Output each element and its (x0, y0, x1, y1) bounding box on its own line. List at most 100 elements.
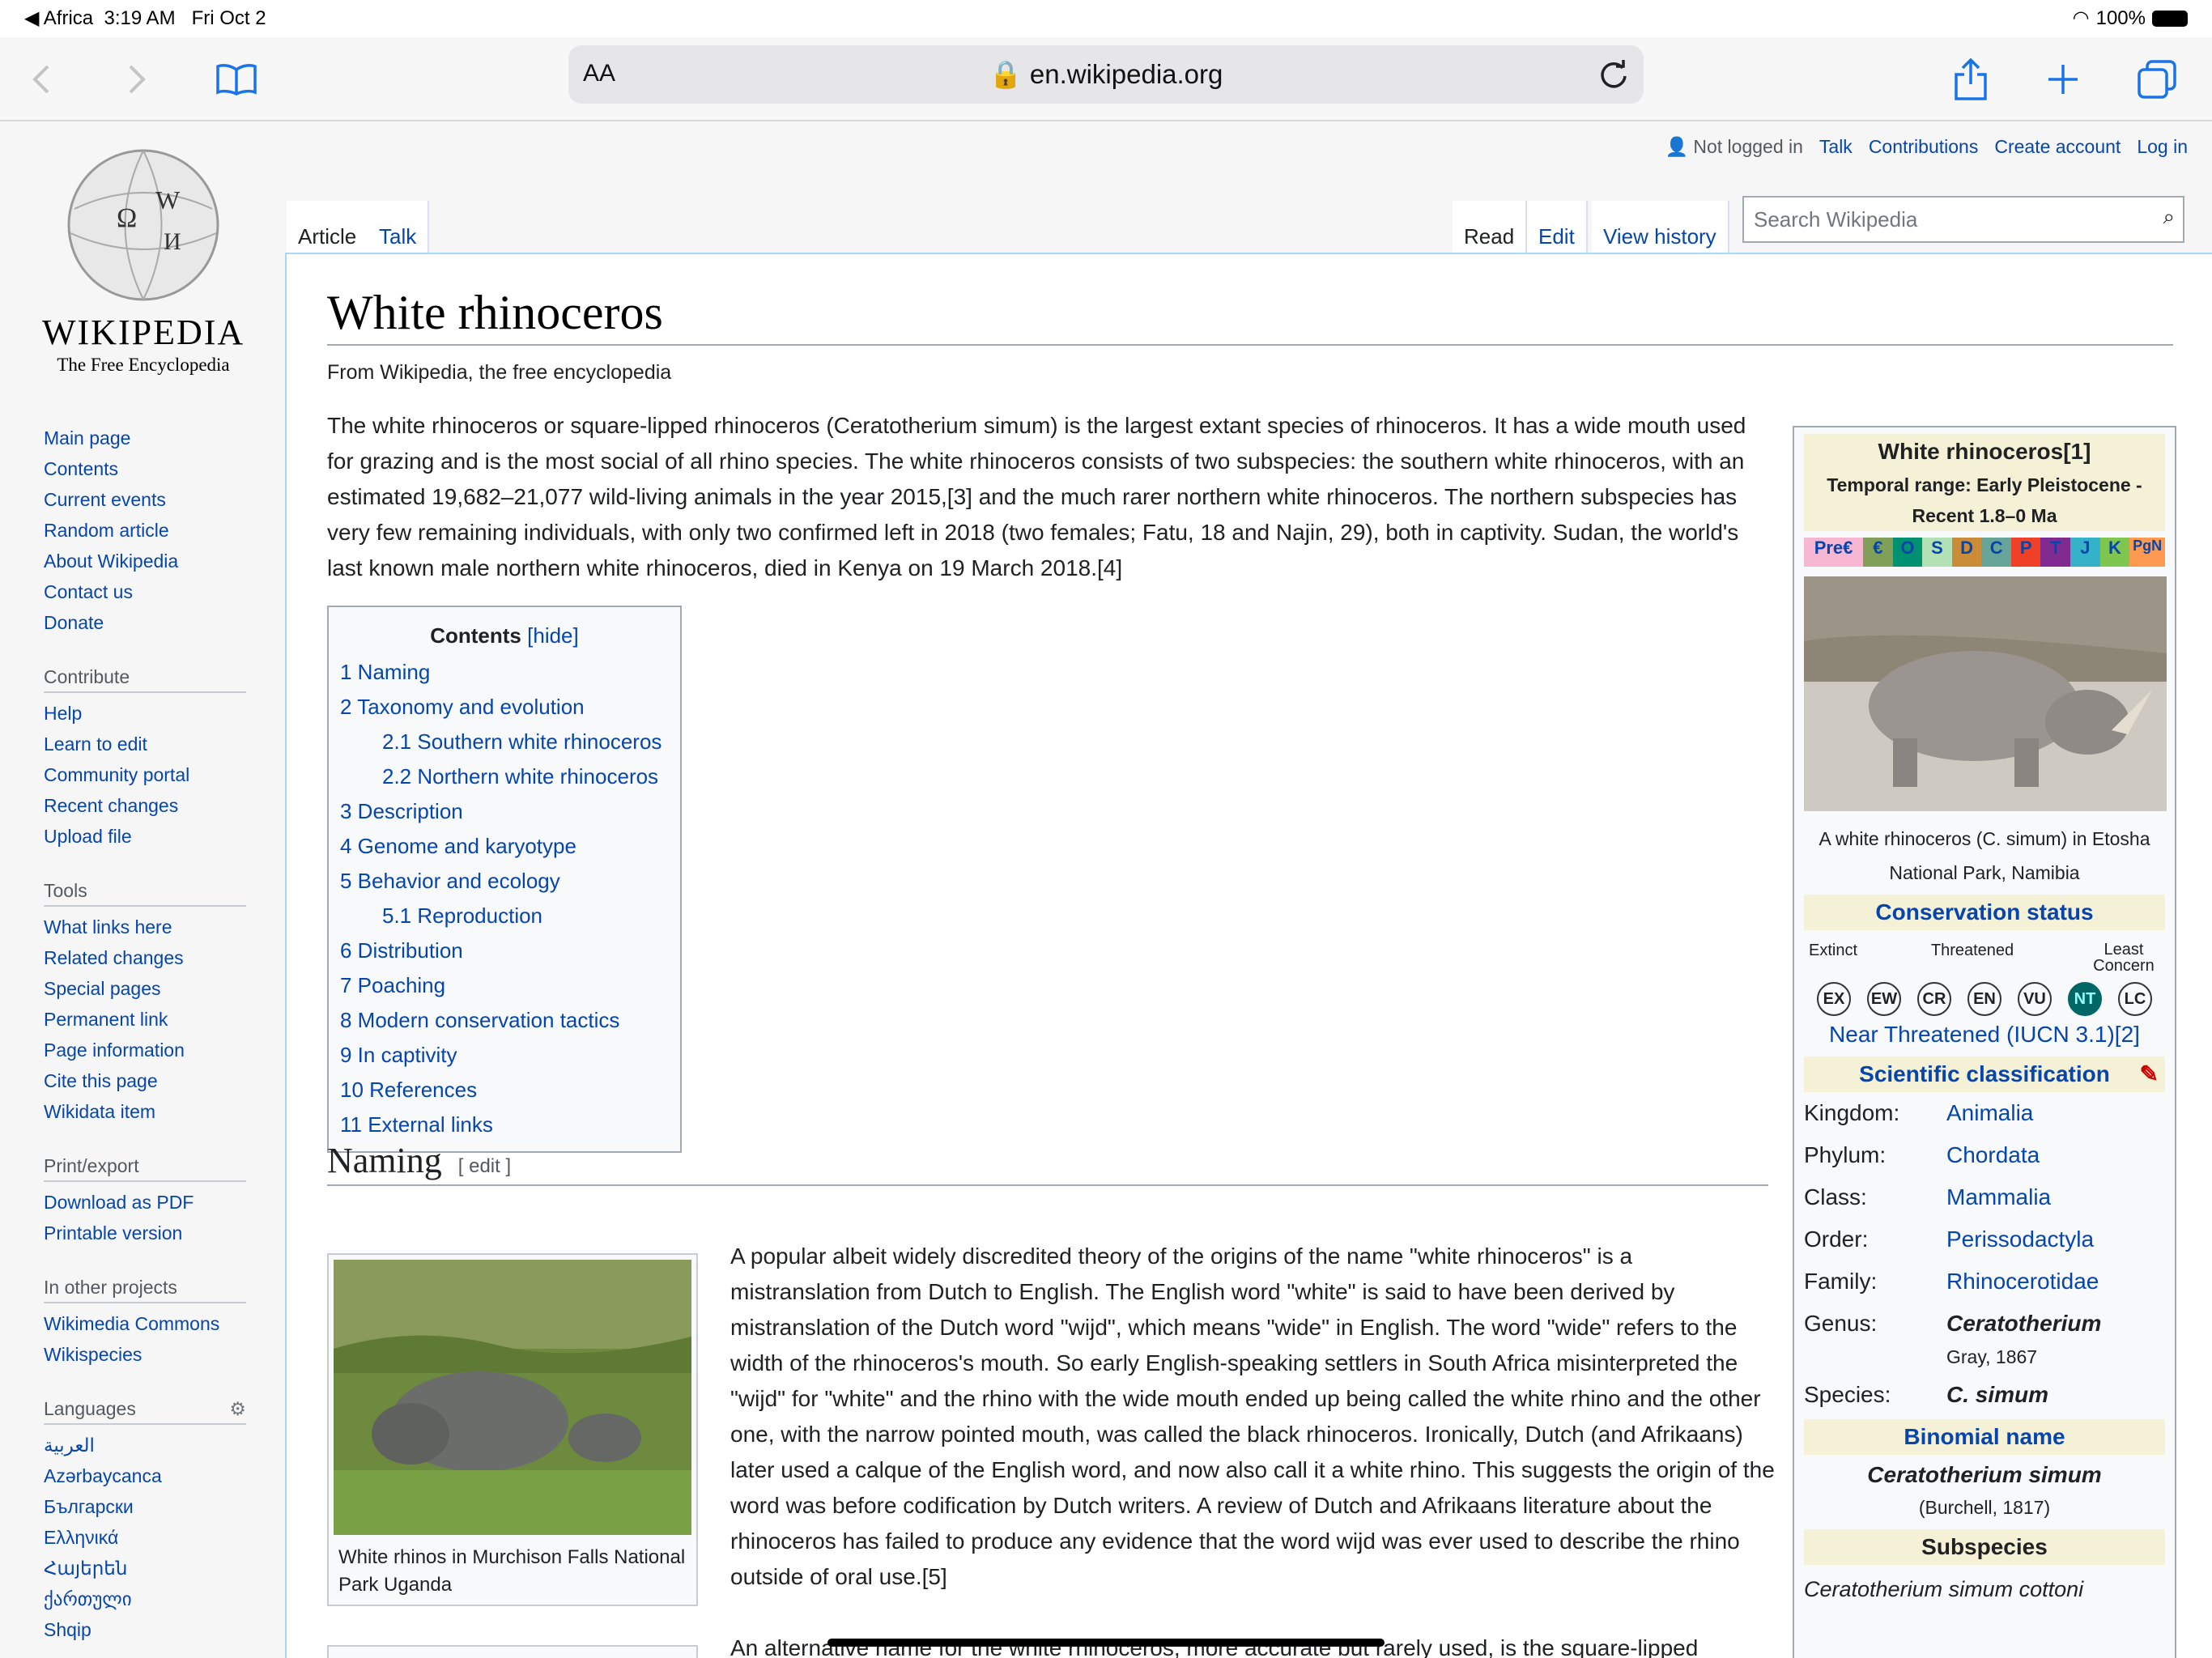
tab-article[interactable]: Article (287, 201, 370, 259)
toc-item[interactable]: 7 Poaching (340, 968, 669, 1003)
tab-view-history[interactable]: View history (1592, 201, 1729, 259)
period[interactable]: Pre€ (1804, 538, 1864, 567)
toc-item[interactable]: 3 Description (340, 794, 669, 829)
sidebar-link[interactable]: Random article (44, 515, 246, 546)
toc-item[interactable]: 8 Modern conservation tactics (340, 1003, 669, 1038)
sidebar-link[interactable]: Upload file (44, 821, 246, 852)
taxon-link[interactable]: Chordata (1946, 1134, 2040, 1176)
sidebar-link[interactable]: Donate (44, 607, 246, 638)
sidebar-link[interactable]: Wikidata item (44, 1096, 246, 1127)
conservation-status-heading[interactable]: Conservation status (1804, 895, 2165, 930)
tab-talk[interactable]: Talk (368, 201, 430, 259)
sidebar-link[interactable]: Download as PDF (44, 1187, 246, 1218)
sidebar-link[interactable]: Learn to edit (44, 729, 246, 759)
sidebar-link[interactable]: What links here (44, 912, 246, 942)
new-tab-icon[interactable] (2039, 55, 2087, 104)
sidebar-link[interactable]: Cite this page (44, 1065, 246, 1096)
period[interactable]: P (2010, 538, 2041, 567)
bookmarks-icon[interactable] (212, 55, 261, 104)
toc-item[interactable]: 2.2 Northern white rhinoceros (340, 759, 669, 794)
rhinos-grass-photo[interactable] (334, 1260, 691, 1535)
forward-button[interactable] (112, 55, 160, 104)
toc-title: Contents (430, 623, 521, 648)
period[interactable]: S (1922, 538, 1952, 567)
contributions-link[interactable]: Contributions (1869, 136, 1979, 158)
second-thumbnail[interactable] (327, 1645, 698, 1658)
language-link[interactable]: Shqip (44, 1614, 246, 1645)
scientific-classification-heading: Scientific classification ✎ (1804, 1056, 2165, 1092)
toc-item[interactable]: 9 In captivity (340, 1038, 669, 1073)
period[interactable]: C (1981, 538, 2011, 567)
taxon-link[interactable]: Perissodactyla (1946, 1218, 2094, 1261)
period[interactable]: € (1863, 538, 1893, 567)
sidebar-link[interactable]: Wikispecies (44, 1339, 246, 1370)
period[interactable]: J (2070, 538, 2100, 567)
sidebar-heading: Languages ⚙ (44, 1394, 246, 1425)
taxon-link[interactable]: Mammalia (1946, 1176, 2051, 1218)
toc-item[interactable]: 6 Distribution (340, 933, 669, 968)
sidebar-link[interactable]: Related changes (44, 942, 246, 973)
language-link[interactable]: Български (44, 1491, 246, 1522)
toc-item[interactable]: 1 Naming (340, 655, 669, 690)
toc-item[interactable]: 2 Taxonomy and evolution (340, 690, 669, 725)
sidebar-link[interactable]: Help (44, 698, 246, 729)
back-button[interactable] (18, 55, 66, 104)
taxon-link[interactable]: Rhinocerotidae (1946, 1261, 2099, 1303)
language-link[interactable]: Հայերեն (44, 1553, 246, 1584)
wikipedia-logo[interactable]: ΩWИ WIKIPEDIA The Free Encyclopedia (42, 144, 245, 376)
reload-icon[interactable] (1598, 58, 1629, 95)
binomial-authority[interactable]: (Burchell, 1817) (1804, 1495, 2165, 1520)
toc-item[interactable]: 5.1 Reproduction (340, 899, 669, 933)
sidebar-link[interactable]: Special pages (44, 973, 246, 1004)
tabs-overview-icon[interactable] (2133, 55, 2181, 104)
create-account-link[interactable]: Create account (1994, 136, 2121, 158)
address-bar[interactable]: AA 🔒 en.wikipedia.org (568, 45, 1644, 104)
period[interactable]: T (2040, 538, 2071, 567)
taxon-link[interactable]: Animalia (1946, 1092, 2033, 1134)
binomial-name-heading[interactable]: Binomial name (1804, 1419, 2165, 1455)
share-icon[interactable] (1946, 55, 1995, 104)
sidebar-link[interactable]: Page information (44, 1035, 246, 1065)
login-link[interactable]: Log in (2137, 136, 2188, 158)
geologic-timeline[interactable]: Pre€ € O S D C P T J K PgN (1804, 538, 2166, 567)
toc-item[interactable]: 4 Genome and karyotype (340, 829, 669, 864)
edit-pencil-icon[interactable]: ✎ (2140, 1056, 2159, 1092)
talk-link[interactable]: Talk (1819, 136, 1853, 158)
language-link[interactable]: ქართული (44, 1584, 246, 1614)
sidebar-link[interactable]: Printable version (44, 1218, 246, 1248)
toc-item[interactable]: 11 External links (340, 1107, 669, 1142)
language-link[interactable]: Azərbaycanca (44, 1460, 246, 1491)
back-to-app[interactable]: ◀ Africa (24, 7, 93, 29)
toc-hide-link[interactable]: [hide] (527, 623, 579, 648)
gear-icon[interactable]: ⚙ (229, 1394, 246, 1423)
conservation-status-value[interactable]: Near Threatened (IUCN 3.1)[2] (1804, 1016, 2165, 1053)
sidebar-link[interactable]: Recent changes (44, 790, 246, 821)
period[interactable]: D (1951, 538, 1982, 567)
sci-head-text[interactable]: Scientific classification (1859, 1061, 2110, 1086)
language-link[interactable]: العربية (44, 1430, 246, 1460)
thumbnail-figure[interactable]: White rhinos in Murchison Falls National… (327, 1253, 698, 1606)
toc-item[interactable]: 5 Behavior and ecology (340, 864, 669, 899)
period[interactable]: O (1892, 538, 1923, 567)
sidebar-link[interactable]: About Wikipedia (44, 546, 246, 576)
section-edit-link[interactable]: [ edit ] (458, 1155, 511, 1177)
genus-authority[interactable]: Gray, 1867 (1804, 1345, 2165, 1369)
search-input[interactable]: Search Wikipedia ⌕ (1742, 196, 2184, 243)
period[interactable]: PgN (2129, 538, 2166, 567)
sidebar-link[interactable]: Current events (44, 484, 246, 515)
search-icon[interactable]: ⌕ (2163, 204, 2175, 230)
sidebar-link[interactable]: Main page (44, 423, 246, 453)
language-link[interactable]: Ελληνικά (44, 1522, 246, 1553)
sidebar-link[interactable]: Wikimedia Commons (44, 1308, 246, 1339)
sidebar-link[interactable]: Contact us (44, 576, 246, 607)
tab-read[interactable]: Read (1453, 201, 1528, 259)
toc-item[interactable]: 2.1 Southern white rhinoceros (340, 725, 669, 759)
tab-edit[interactable]: Edit (1527, 201, 1588, 259)
sidebar-link[interactable]: Community portal (44, 759, 246, 790)
toc-item[interactable]: 10 References (340, 1073, 669, 1107)
sidebar-link[interactable]: Permanent link (44, 1004, 246, 1035)
home-indicator[interactable] (827, 1639, 1385, 1647)
period[interactable]: K (2099, 538, 2130, 567)
sidebar-link[interactable]: Contents (44, 453, 246, 484)
white-rhino-photo[interactable] (1804, 576, 2167, 811)
